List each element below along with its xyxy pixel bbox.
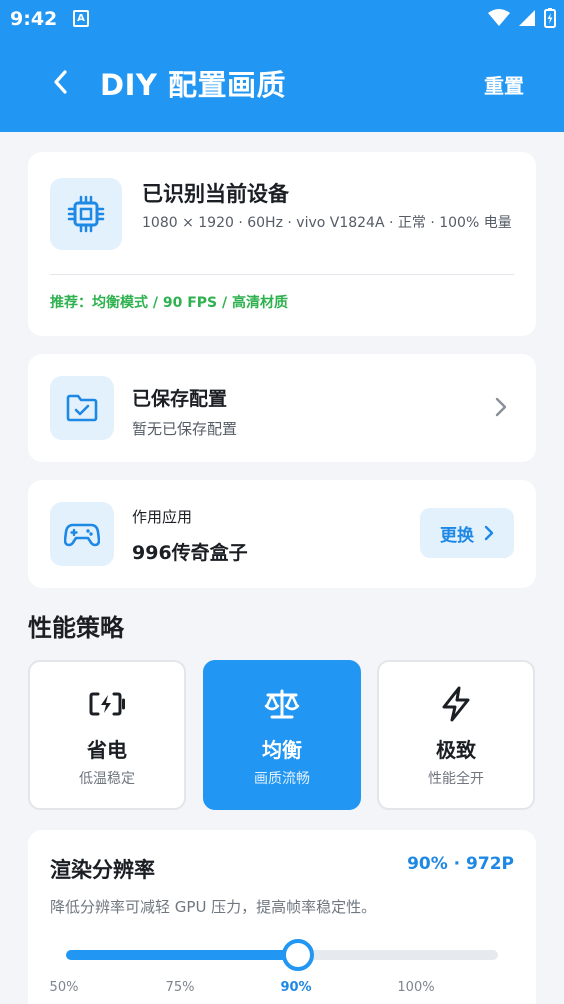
resolution-title: 渲染分辨率	[50, 858, 155, 882]
resolution-card: 渲染分辨率 90% · 972P 降低分辨率可减轻 GPU 压力，提高帧率稳定性…	[28, 830, 536, 1004]
slider-tick: 75%	[165, 980, 195, 995]
folder-icon-box	[50, 376, 114, 440]
device-info: 1080 × 1920 · 60Hz · vivo V1824A · 正常 · …	[142, 215, 512, 231]
battery-icon	[544, 8, 556, 28]
status-time: 9:42	[10, 8, 58, 30]
folder-check-icon	[66, 394, 98, 422]
mode-desc: 低温稳定	[79, 771, 135, 787]
gamepad-icon-box	[50, 502, 114, 566]
chevron-right-icon	[495, 397, 507, 417]
mode-desc: 性能全开	[428, 771, 484, 787]
device-card: 已识别当前设备 1080 × 1920 · 60Hz · vivo V1824A…	[28, 152, 536, 336]
strategy-title: 性能策略	[28, 614, 124, 642]
saved-config-title: 已保存配置	[132, 388, 228, 410]
status-icons	[488, 8, 556, 28]
wifi-icon	[488, 9, 510, 26]
change-app-label: 更换	[440, 525, 474, 546]
mode-name: 省电	[87, 738, 127, 762]
mode-name: 极致	[436, 738, 476, 762]
reset-button[interactable]: 重置	[484, 70, 524, 99]
resolution-value: 90% · 972P	[407, 854, 514, 874]
lightning-icon	[442, 686, 470, 722]
resolution-description: 降低分辨率可减轻 GPU 压力，提高帧率稳定性。	[50, 898, 377, 916]
slider-tick: 50%	[49, 980, 79, 995]
saved-config-subtitle: 暂无已保存配置	[132, 420, 238, 438]
chevron-left-icon	[54, 70, 67, 94]
device-name: 已识别当前设备	[142, 182, 289, 206]
recommendation-text: 推荐：均衡模式 / 90 FPS / 高清材质	[50, 295, 288, 311]
divider	[50, 274, 514, 275]
page-title: DIY 配置画质	[100, 68, 286, 102]
mode-extreme[interactable]: 极致 性能全开	[377, 660, 535, 810]
chevron-right-icon	[484, 525, 494, 541]
mode-desc: 画质流畅	[254, 771, 310, 787]
mode-power-saving[interactable]: 省电 低温稳定	[28, 660, 186, 810]
notification-icon: A	[73, 10, 89, 27]
balance-scale-icon	[264, 689, 300, 719]
app-bar: 9:42 A DIY 配置画质 重置	[0, 0, 564, 132]
device-icon-box	[50, 178, 122, 250]
slider-fill	[66, 950, 298, 960]
slider-tick: 90%	[280, 980, 312, 995]
slider-thumb[interactable]	[282, 939, 314, 971]
target-app-card: 作用应用 996传奇盒子 更换	[28, 480, 536, 588]
target-app-label: 作用应用	[132, 508, 193, 526]
slider-tick: 100%	[397, 980, 435, 995]
mode-name: 均衡	[262, 738, 302, 762]
saved-config-card[interactable]: 已保存配置 暂无已保存配置	[28, 354, 536, 462]
status-bar: 9:42 A	[0, 0, 564, 38]
chip-icon	[67, 195, 105, 233]
gamepad-icon	[64, 523, 100, 547]
back-button[interactable]	[40, 62, 80, 102]
mode-balanced[interactable]: 均衡 画质流畅	[203, 660, 361, 810]
battery-charging-icon	[89, 692, 125, 716]
resolution-slider[interactable]	[66, 939, 498, 971]
change-app-button[interactable]: 更换	[420, 508, 514, 558]
signal-icon	[519, 10, 535, 26]
target-app-name: 996传奇盒子	[132, 542, 248, 564]
